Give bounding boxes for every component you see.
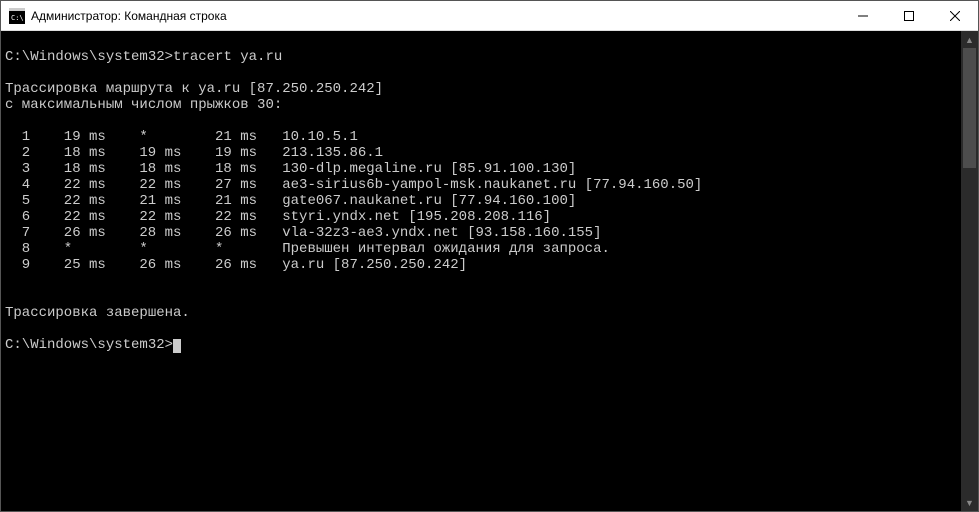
hop-row: 726 ms28 ms26 msvla-32z3-ae3.yndx.net [9… [5, 225, 957, 241]
hop-host: 130-dlp.megaline.ru [85.91.100.130] [257, 161, 576, 177]
hop-time-2: 19 ms [106, 145, 182, 161]
hop-time-2: 22 ms [106, 209, 182, 225]
hop-time-2: 21 ms [106, 193, 182, 209]
window-controls [840, 1, 978, 30]
prompt: C:\Windows\system32> [5, 337, 173, 353]
cursor [173, 339, 181, 353]
hop-time-1: 19 ms [30, 129, 106, 145]
hop-time-2: 22 ms [106, 177, 182, 193]
hop-time-3: 26 ms [181, 225, 257, 241]
trace-header-1: Трассировка маршрута к ya.ru [87.250.250… [5, 81, 383, 97]
hop-number: 6 [5, 209, 30, 225]
hop-number: 2 [5, 145, 30, 161]
command-text: tracert ya.ru [173, 49, 282, 65]
hop-time-3: 21 ms [181, 193, 257, 209]
hop-time-2: 18 ms [106, 161, 182, 177]
hop-time-1: * [30, 241, 106, 257]
hop-time-3: 27 ms [181, 177, 257, 193]
hop-host: ae3-sirius6b-yampol-msk.naukanet.ru [77.… [257, 177, 702, 193]
hop-row: 622 ms22 ms22 msstyri.yndx.net [195.208.… [5, 209, 957, 225]
hop-time-1: 18 ms [30, 161, 106, 177]
console-container: C:\Windows\system32>tracert ya.ru Трасси… [1, 31, 978, 511]
titlebar[interactable]: C:\ Администратор: Командная строка [1, 1, 978, 31]
hop-host: ya.ru [87.250.250.242] [257, 257, 467, 273]
hop-number: 4 [5, 177, 30, 193]
hop-row: 119 ms* 21 ms10.10.5.1 [5, 129, 957, 145]
maximize-button[interactable] [886, 1, 932, 31]
hop-number: 8 [5, 241, 30, 257]
close-button[interactable] [932, 1, 978, 31]
hop-time-3: 26 ms [181, 257, 257, 273]
hop-number: 7 [5, 225, 30, 241]
hop-host: styri.yndx.net [195.208.208.116] [257, 209, 551, 225]
hop-number: 9 [5, 257, 30, 273]
hop-time-2: * [106, 129, 182, 145]
hop-time-3: 19 ms [181, 145, 257, 161]
scroll-thumb[interactable] [963, 48, 976, 168]
window-title: Администратор: Командная строка [31, 9, 840, 23]
hop-number: 1 [5, 129, 30, 145]
minimize-button[interactable] [840, 1, 886, 31]
hop-row: 8* * * Превышен интервал ожидания для за… [5, 241, 957, 257]
hop-row: 218 ms19 ms19 ms213.135.86.1 [5, 145, 957, 161]
hop-row: 925 ms26 ms26 msya.ru [87.250.250.242] [5, 257, 957, 273]
hop-number: 5 [5, 193, 30, 209]
hop-row: 522 ms21 ms21 msgate067.naukanet.ru [77.… [5, 193, 957, 209]
hop-host: Превышен интервал ожидания для запроса. [257, 241, 610, 257]
hop-host: gate067.naukanet.ru [77.94.160.100] [257, 193, 576, 209]
hop-time-1: 18 ms [30, 145, 106, 161]
hop-time-1: 22 ms [30, 209, 106, 225]
hop-time-3: 18 ms [181, 161, 257, 177]
hop-time-1: 26 ms [30, 225, 106, 241]
prompt-line: C:\Windows\system32>tracert ya.ru [5, 49, 282, 65]
trace-footer: Трассировка завершена. [5, 305, 190, 321]
trace-header-2: с максимальным числом прыжков 30: [5, 97, 282, 113]
hop-host: 10.10.5.1 [257, 129, 358, 145]
vertical-scrollbar[interactable]: ▲ ▼ [961, 31, 978, 511]
hops-list: 119 ms* 21 ms10.10.5.1218 ms19 ms19 ms21… [5, 129, 957, 273]
hop-row: 318 ms18 ms18 ms130-dlp.megaline.ru [85.… [5, 161, 957, 177]
hop-time-1: 22 ms [30, 193, 106, 209]
scroll-down-arrow[interactable]: ▼ [961, 494, 978, 511]
hop-time-3: * [181, 241, 257, 257]
hop-time-2: 28 ms [106, 225, 182, 241]
hop-number: 3 [5, 161, 30, 177]
hop-time-2: * [106, 241, 182, 257]
hop-host: vla-32z3-ae3.yndx.net [93.158.160.155] [257, 225, 601, 241]
hop-host: 213.135.86.1 [257, 145, 383, 161]
scroll-up-arrow[interactable]: ▲ [961, 31, 978, 48]
prompt: C:\Windows\system32> [5, 49, 173, 65]
hop-time-3: 22 ms [181, 209, 257, 225]
terminal-output[interactable]: C:\Windows\system32>tracert ya.ru Трасси… [1, 31, 961, 511]
cmd-icon: C:\ [9, 8, 25, 24]
hop-time-1: 22 ms [30, 177, 106, 193]
prompt-line-2: C:\Windows\system32> [5, 337, 181, 353]
hop-time-1: 25 ms [30, 257, 106, 273]
hop-time-3: 21 ms [181, 129, 257, 145]
hop-time-2: 26 ms [106, 257, 182, 273]
svg-text:C:\: C:\ [11, 14, 24, 22]
hop-row: 422 ms22 ms27 msae3-sirius6b-yampol-msk.… [5, 177, 957, 193]
